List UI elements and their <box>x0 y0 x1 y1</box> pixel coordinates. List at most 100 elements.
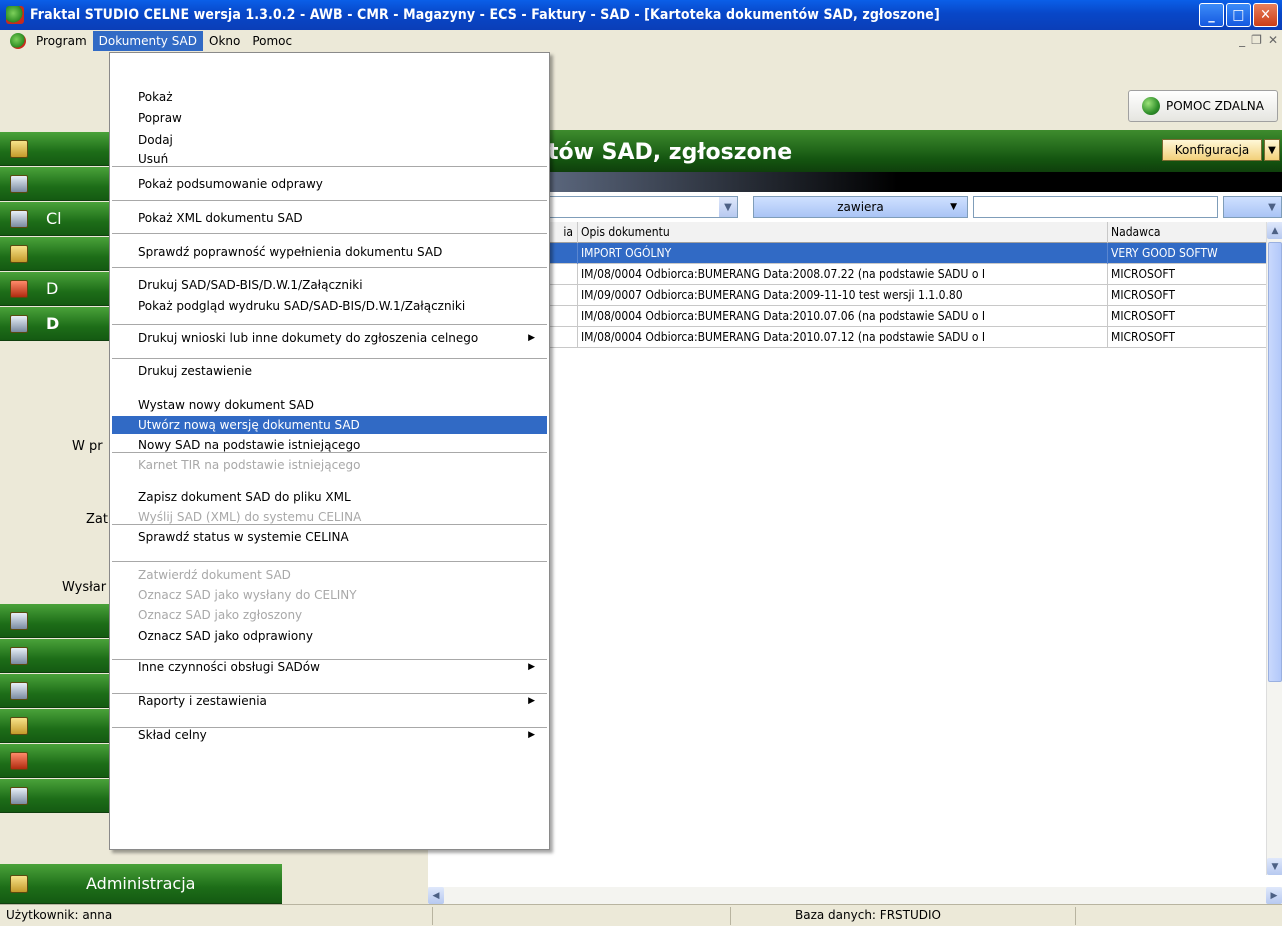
mdi-restore-icon[interactable]: ❐ <box>1251 33 1262 47</box>
menu-item-oznacz-wyslany: Oznacz SAD jako wysłany do CELINY <box>112 586 547 604</box>
row-description: IM/09/0007 Odbiorca:BUMERANG Data:2009-1… <box>578 285 1108 306</box>
menu-item-wyslij-celina: Wyślij SAD (XML) do systemu CELINA <box>112 508 547 526</box>
table-row[interactable]: IM/09/0007 Odbiorca:BUMERANG Data:2009-1… <box>428 285 1266 306</box>
remote-help-label: POMOC ZDALNA <box>1165 99 1264 113</box>
chevron-down-icon[interactable]: ▼ <box>1263 197 1281 217</box>
menu-item-label: Nowy SAD na podstawie istniejącego <box>138 438 361 452</box>
menu-item-nowa-wersja[interactable]: Utwórz nową wersję dokumentu SAD <box>112 416 547 434</box>
computer-icon <box>10 314 28 333</box>
menu-item-raporty[interactable]: Raporty i zestawienia ▶ <box>112 692 547 710</box>
submenu-arrow-icon: ▶ <box>528 333 535 343</box>
column-header[interactable]: Opis dokumentu <box>578 222 1108 243</box>
table-row[interactable]: IM/08/0004 Odbiorca:BUMERANG Data:2010.0… <box>428 327 1266 348</box>
menu-okno[interactable]: Okno <box>203 31 246 51</box>
app-icon <box>6 6 24 24</box>
menu-item-dodaj[interactable]: Dodaj <box>112 131 547 149</box>
menu-item-xml[interactable]: Pokaż XML dokumentu SAD <box>112 209 547 227</box>
header-band: tów SAD, zgłoszone Konfiguracja ▼ <box>428 130 1282 172</box>
status-database: Baza danych: FRSTUDIO <box>795 908 941 922</box>
mdi-close-icon[interactable]: ✕ <box>1268 33 1278 47</box>
menu-item-inne-czynnosci[interactable]: Inne czynności obsługi SADów ▶ <box>112 658 547 676</box>
sidebar-item-label: Cl <box>46 209 62 228</box>
row-sender: MICROSOFT <box>1111 267 1175 281</box>
sidebar-sub-zatwierdzone[interactable]: Zat <box>86 512 108 527</box>
sidebar-item-label: D <box>46 279 59 298</box>
scroll-thumb[interactable] <box>1268 242 1282 682</box>
menu-separator <box>112 358 547 359</box>
menu-item-label: Drukuj wnioski lub inne dokumety do zgło… <box>138 331 479 345</box>
main-panel: tów SAD, zgłoszone Konfiguracja ▼ ▼ zawi… <box>428 130 1282 904</box>
menu-item-zapisz-xml[interactable]: Zapisz dokument SAD do pliku XML <box>112 488 547 506</box>
menu-item-sklad-celny[interactable]: Skład celny ▶ <box>112 726 547 744</box>
menu-item-sprawdz-poprawnosc[interactable]: Sprawdź poprawność wypełnienia dokumentu… <box>112 243 547 261</box>
title-bar[interactable]: Fraktal STUDIO CELNE wersja 1.3.0.2 - AW… <box>0 0 1282 30</box>
filter-value-input[interactable] <box>973 196 1218 218</box>
menu-item-usun[interactable]: Usuń <box>112 150 547 168</box>
menu-item-label: Pokaż <box>138 90 173 104</box>
scroll-left-icon[interactable]: ◀ <box>428 887 444 904</box>
scroll-down-icon[interactable]: ▼ <box>1267 858 1282 875</box>
remote-help-button[interactable]: POMOC ZDALNA <box>1128 90 1278 122</box>
menu-item-label: Zapisz dokument SAD do pliku XML <box>138 490 351 504</box>
submenu-arrow-icon: ▶ <box>528 696 535 706</box>
configuration-button[interactable]: Konfiguracja <box>1162 139 1262 161</box>
menu-item-wystaw-nowy[interactable]: Wystaw nowy dokument SAD <box>112 396 547 414</box>
menu-item-oznacz-odprawiony[interactable]: Oznacz SAD jako odprawiony <box>112 627 547 645</box>
mdi-minimize-icon[interactable]: _ <box>1239 33 1245 47</box>
menu-item-pokaz[interactable]: Pokaż <box>112 88 547 106</box>
row-description: IM/08/0004 Odbiorca:BUMERANG Data:2010.0… <box>578 327 1108 348</box>
filter-extra-select[interactable]: ▼ <box>1223 196 1282 218</box>
menu-item-label: Utwórz nową wersję dokumentu SAD <box>138 418 360 432</box>
table-row[interactable]: IMPORT OGÓLNY VERY GOOD SOFTW <box>428 243 1266 264</box>
truck-icon <box>10 611 28 630</box>
close-button[interactable]: ✕ <box>1253 3 1278 27</box>
menu-item-label: Oznacz SAD jako wysłany do CELINY <box>138 588 357 602</box>
sidebar-item-administracja[interactable]: Administracja <box>0 864 282 904</box>
menu-separator <box>112 267 547 268</box>
menu-item-popraw[interactable]: Popraw <box>112 109 547 127</box>
minimize-button[interactable]: _ <box>1199 3 1224 27</box>
scroll-up-icon[interactable]: ▲ <box>1267 222 1282 239</box>
maximize-button[interactable]: □ <box>1226 3 1251 27</box>
status-user: Użytkownik: anna <box>6 908 113 922</box>
sidebar-sub-w-przygotowaniu[interactable]: W pr <box>72 439 103 454</box>
menu-item-label: Oznacz SAD jako odprawiony <box>138 629 313 643</box>
table-row[interactable]: IM/08/0004 Odbiorca:BUMERANG Data:2010.0… <box>428 306 1266 327</box>
menu-item-drukuj-sad[interactable]: Drukuj SAD/SAD-BIS/D.W.1/Załączniki <box>112 276 547 294</box>
menu-item-drukuj-wnioski[interactable]: Drukuj wnioski lub inne dokumety do zgło… <box>112 329 547 347</box>
box-icon <box>10 751 28 770</box>
vertical-scrollbar[interactable]: ▲ ▼ <box>1266 222 1282 875</box>
chevron-down-icon[interactable]: ▼ <box>719 197 737 217</box>
window-controls: _ □ ✕ <box>1199 3 1278 27</box>
dokumenty-sad-menu: Pokaż Popraw Dodaj Usuń Pokaż podsumowanie o… <box>109 52 550 850</box>
menu-separator <box>112 200 547 201</box>
configuration-dropdown-icon[interactable]: ▼ <box>1264 139 1280 161</box>
menu-separator <box>112 561 547 562</box>
menu-item-label: Dodaj <box>138 133 173 147</box>
mdi-controls: _ ❐ ✕ <box>1239 33 1278 47</box>
column-header[interactable]: Nadawca <box>1108 222 1266 243</box>
menu-item-podsumowanie[interactable]: Pokaż podsumowanie odprawy <box>112 175 547 193</box>
filter-row: ▼ zawiera ▼ ▼ <box>428 192 1282 222</box>
menu-item-status-celina[interactable]: Sprawdź status w systemie CELINA <box>112 528 547 546</box>
horizontal-scrollbar[interactable]: ◀ ▶ <box>428 887 1282 904</box>
menu-separator <box>112 324 547 325</box>
sidebar-sub-wyslane[interactable]: Wysłar <box>62 580 106 595</box>
menu-item-zatwierdz: Zatwierdź dokument SAD <box>112 566 547 584</box>
sidebar-item-label: D <box>46 314 60 333</box>
menu-item-label: Pokaż XML dokumentu SAD <box>138 211 303 225</box>
menu-item-label: Skład celny <box>138 728 207 742</box>
menu-item-podglad-wydruku[interactable]: Pokaż podgląd wydruku SAD/SAD-BIS/D.W.1/… <box>112 297 547 315</box>
menu-dokumenty-sad[interactable]: Dokumenty SAD <box>92 31 203 51</box>
menu-item-drukuj-zestawienie[interactable]: Drukuj zestawienie <box>112 362 547 380</box>
menu-item-label: Raporty i zestawienia <box>138 694 267 708</box>
table-row[interactable]: IM/08/0004 Odbiorca:BUMERANG Data:2008.0… <box>428 264 1266 285</box>
scroll-right-icon[interactable]: ▶ <box>1266 887 1282 904</box>
chevron-down-icon: ▼ <box>950 202 957 212</box>
menu-program[interactable]: Program <box>30 31 93 51</box>
globe-icon <box>10 174 28 193</box>
document-icon <box>10 244 28 263</box>
menu-pomoc[interactable]: Pomoc <box>246 31 298 51</box>
menu-item-nowy-na-podstawie[interactable]: Nowy SAD na podstawie istniejącego <box>112 436 547 454</box>
filter-operator-select[interactable]: zawiera ▼ <box>753 196 968 218</box>
